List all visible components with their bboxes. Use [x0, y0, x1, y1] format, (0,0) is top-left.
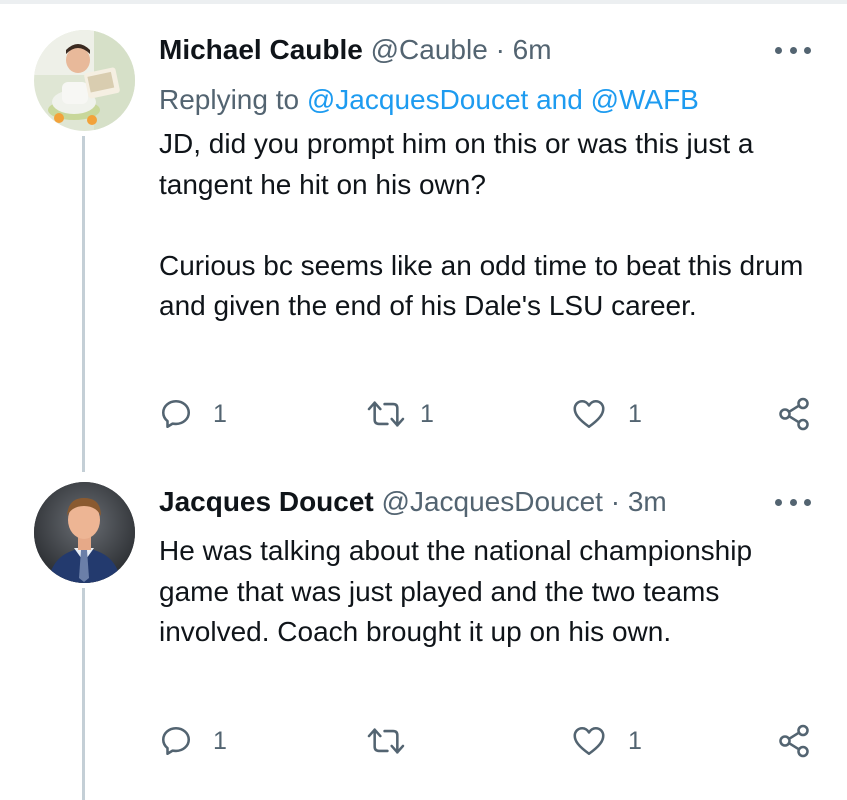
- avatar[interactable]: [34, 30, 135, 131]
- retweet-icon: [367, 401, 405, 427]
- share-button[interactable]: [776, 392, 812, 436]
- reply-count: 1: [213, 399, 227, 428]
- share-icon: [779, 724, 809, 758]
- author-handle[interactable]: @Cauble: [371, 34, 488, 65]
- author-name[interactable]: Jacques Doucet: [159, 486, 374, 517]
- avatar[interactable]: [34, 482, 135, 583]
- replying-prefix: Replying to: [159, 84, 300, 115]
- like-count: 1: [628, 726, 642, 755]
- tweet-paragraph: JD, did you prompt him on this or was th…: [159, 128, 754, 200]
- separator: ·: [610, 486, 621, 517]
- mention-link[interactable]: @JacquesDoucet: [307, 84, 528, 115]
- tweet-text: JD, did you prompt him on this or was th…: [159, 124, 819, 327]
- like-button[interactable]: 1: [570, 392, 642, 436]
- top-divider: [0, 0, 847, 4]
- reply-button[interactable]: 1: [159, 392, 227, 436]
- retweet-icon: [367, 728, 405, 754]
- tweet[interactable]: Jacques Doucet @JacquesDoucet · 3m He wa…: [0, 482, 847, 800]
- share-icon: [779, 397, 809, 431]
- tweet[interactable]: Michael Cauble @Cauble · 6m Replying to …: [0, 30, 847, 470]
- reply-icon: [161, 399, 191, 429]
- timestamp[interactable]: 3m: [628, 486, 667, 517]
- heart-icon: [573, 726, 605, 756]
- more-options-icon[interactable]: [775, 492, 811, 512]
- like-button[interactable]: 1: [570, 719, 642, 763]
- mention-joiner: and: [536, 84, 583, 115]
- replying-to: Replying to @JacquesDoucet and @WAFB: [159, 82, 699, 118]
- tweet-header: Jacques Doucet @JacquesDoucet · 3m: [159, 482, 667, 522]
- author-handle[interactable]: @JacquesDoucet: [382, 486, 603, 517]
- retweet-count: 1: [420, 399, 434, 428]
- reply-button[interactable]: 1: [159, 719, 227, 763]
- retweet-button[interactable]: 1: [366, 392, 434, 436]
- mention-link[interactable]: @WAFB: [591, 84, 699, 115]
- more-options-icon[interactable]: [775, 40, 811, 60]
- reply-icon: [161, 726, 191, 756]
- tweet-actions: 1 1 1: [0, 392, 847, 436]
- heart-icon: [573, 399, 605, 429]
- retweet-button[interactable]: [366, 719, 420, 763]
- tweet-text: He was talking about the national champi…: [159, 531, 819, 653]
- tweet-paragraph: Curious bc seems like an odd time to bea…: [159, 249, 804, 322]
- separator: ·: [495, 34, 505, 65]
- tweet-header: Michael Cauble @Cauble · 6m: [159, 30, 552, 70]
- author-name[interactable]: Michael Cauble: [159, 34, 363, 65]
- like-count: 1: [628, 399, 642, 428]
- timestamp[interactable]: 6m: [513, 34, 552, 65]
- tweet-paragraph: He was talking about the national champi…: [159, 535, 753, 647]
- tweet-actions: 1 1: [0, 719, 847, 763]
- share-button[interactable]: [776, 719, 812, 763]
- reply-count: 1: [213, 726, 227, 755]
